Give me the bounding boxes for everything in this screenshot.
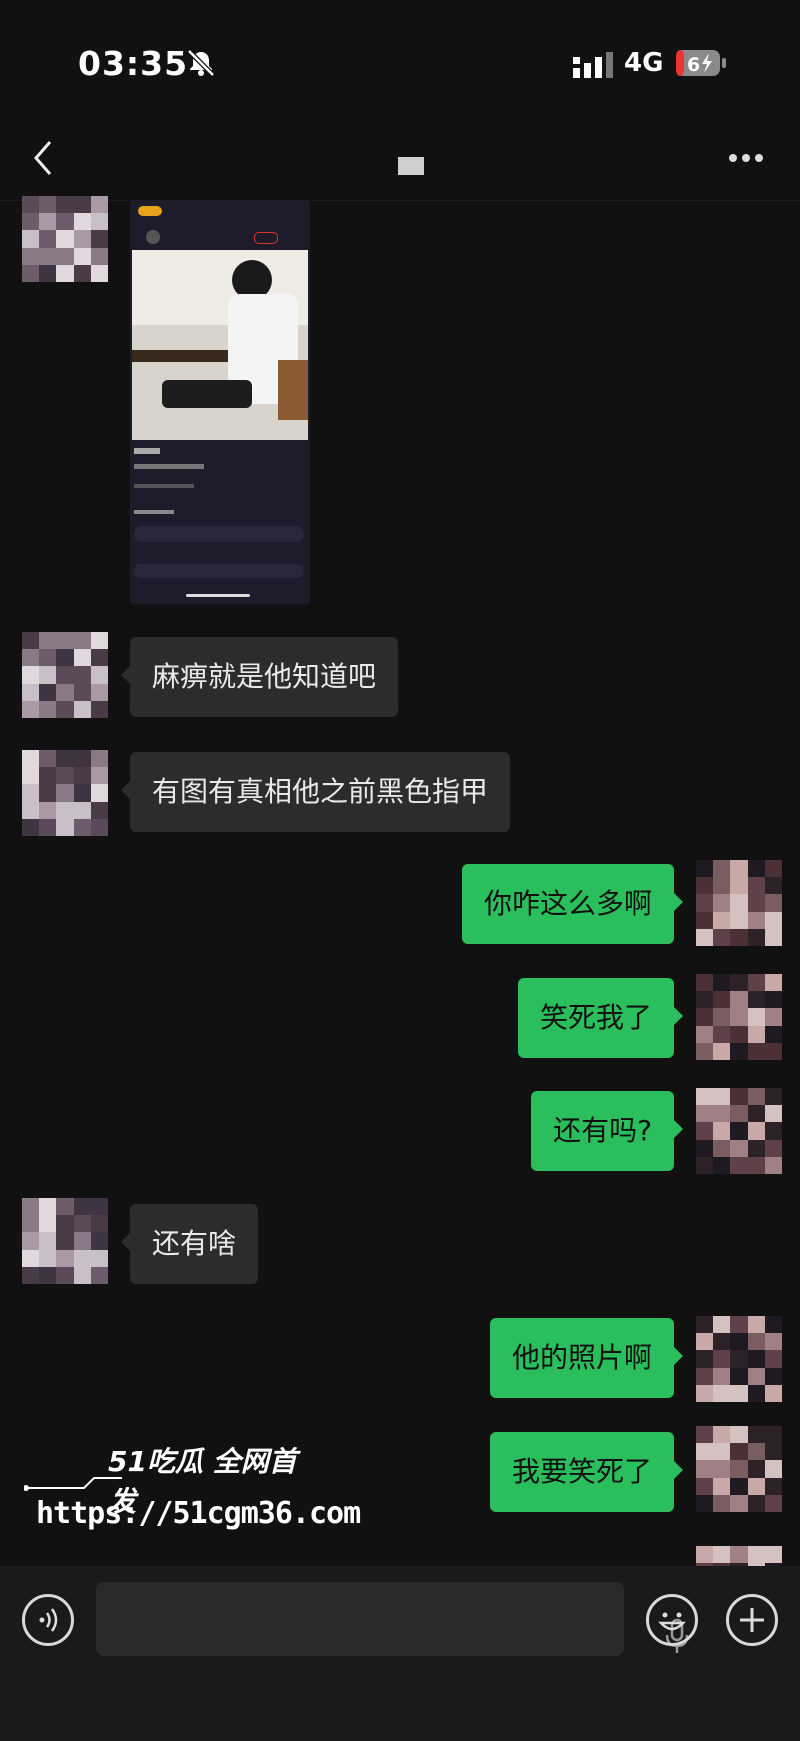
- my-avatar[interactable]: [696, 1316, 782, 1402]
- plus-button[interactable]: [726, 1594, 778, 1646]
- emoji-button[interactable]: [646, 1594, 698, 1646]
- status-bar: 03:35 4G 6: [0, 0, 800, 120]
- message-input[interactable]: [96, 1582, 689, 1656]
- watermark-url: https://51cgm36.com: [36, 1496, 361, 1531]
- signal-icon: [573, 52, 613, 78]
- status-time: 03:35: [78, 44, 189, 83]
- message-text: 你咋这么多啊: [483, 887, 652, 920]
- my-avatar[interactable]: [696, 1426, 782, 1512]
- voice-button[interactable]: [22, 1594, 74, 1646]
- contact-avatar[interactable]: [22, 1198, 108, 1284]
- battery-level: 6: [687, 54, 700, 76]
- message-bubble-outgoing[interactable]: 还有吗?: [531, 1091, 683, 1171]
- message-text: 还有啥: [152, 1227, 237, 1260]
- message-text: 还有吗?: [553, 1114, 652, 1147]
- ellipsis-icon[interactable]: [728, 152, 764, 164]
- message-text: 笑死我了: [539, 1001, 652, 1034]
- bell-slash-icon: [187, 49, 215, 77]
- message-bubble-outgoing[interactable]: 我要笑死了: [489, 1432, 683, 1512]
- plus-icon: [740, 1608, 764, 1632]
- my-avatar[interactable]: [696, 860, 782, 946]
- my-avatar[interactable]: [696, 1088, 782, 1174]
- contact-avatar[interactable]: [22, 750, 108, 836]
- battery-charging-icon: 6: [676, 50, 726, 76]
- emoji-icon: [658, 1612, 686, 1631]
- message-bubble-outgoing[interactable]: 你咋这么多啊: [461, 864, 683, 944]
- my-avatar[interactable]: [696, 1546, 782, 1566]
- watermark: 51吃瓜 全网首发 https://51cgm36.com: [24, 1440, 361, 1540]
- voice-icon: [39, 1608, 58, 1632]
- chat-title-redacted: [398, 157, 424, 175]
- message-bubble-incoming[interactable]: 还有啥: [121, 1204, 259, 1284]
- chat-header: [0, 120, 800, 201]
- message-text: 我要笑死了: [511, 1455, 652, 1488]
- message-text: 他的照片啊: [511, 1341, 652, 1374]
- message-bubble-incoming[interactable]: 有图有真相他之前黑色指甲: [121, 752, 511, 832]
- my-avatar[interactable]: [696, 974, 782, 1060]
- message-input-bar: [0, 1566, 800, 1741]
- message-bubble-outgoing[interactable]: 笑死我了: [517, 978, 683, 1058]
- contact-avatar[interactable]: [22, 196, 108, 282]
- message-bubble-outgoing[interactable]: 他的照片啊: [489, 1318, 683, 1398]
- network-type: 4G: [624, 48, 664, 78]
- shared-screenshot-image[interactable]: [130, 200, 310, 604]
- chevron-left-icon[interactable]: [30, 138, 56, 178]
- message-bubble-incoming[interactable]: 麻痹就是他知道吧: [121, 637, 399, 717]
- contact-avatar[interactable]: [22, 632, 108, 718]
- message-text: 麻痹就是他知道吧: [152, 660, 377, 693]
- message-text: 有图有真相他之前黑色指甲: [152, 775, 489, 808]
